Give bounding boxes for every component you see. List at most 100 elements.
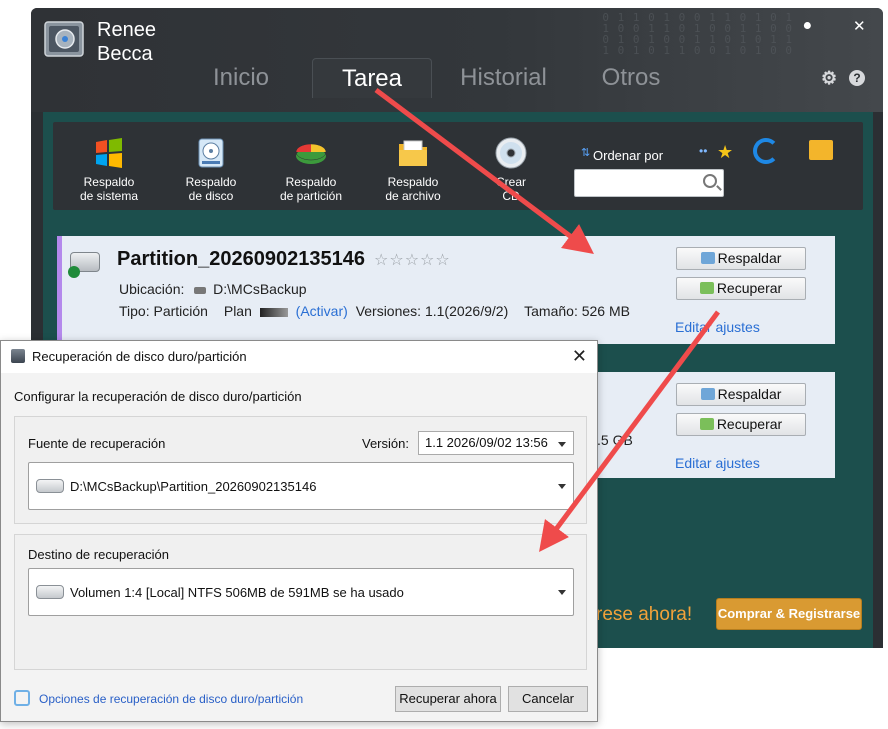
system-backup-label-2: de sistema (79, 189, 139, 203)
help-icon[interactable]: ? (849, 70, 865, 86)
restore-now-button[interactable]: Recuperar ahora (395, 686, 501, 712)
chevron-down-icon (558, 590, 566, 595)
task-location-line: Ubicación: D:\MCsBackup (119, 281, 307, 297)
partition-backup-button[interactable]: Respaldo de partición (271, 136, 351, 203)
destination-value: Volumen 1:4 [Local] NTFS 506MB de 591MB … (70, 585, 404, 600)
destination-group: Destino de recuperación Volumen 1:4 [Loc… (14, 534, 587, 670)
backup-icon (700, 388, 715, 400)
recovery-options-link[interactable]: Opciones de recuperación de disco duro/p… (39, 692, 303, 706)
tab-tarea[interactable]: Tarea (312, 58, 432, 98)
search-icon[interactable] (703, 174, 717, 188)
source-path-value: D:\MCsBackup\Partition_20260902135146 (70, 479, 317, 494)
search-input[interactable] (574, 169, 724, 197)
location-value: D:\MCsBackup (213, 281, 307, 297)
edit-settings-link[interactable]: Editar ajustes (675, 319, 760, 335)
app-header: 0 1 1 0 1 0 0 1 1 0 1 0 1 1 0 0 1 1 0 1 … (31, 8, 883, 112)
binary-decoration: 0 1 1 0 1 0 0 1 1 0 1 0 1 1 0 0 1 1 0 1 … (602, 11, 793, 57)
refresh-icon[interactable] (753, 138, 779, 164)
create-cd-label-2: CD (502, 189, 520, 203)
file-backup-label-2: de archivo (385, 189, 441, 203)
disk-backup-button[interactable]: Respaldo de disco (171, 136, 251, 203)
folder-icon (399, 140, 427, 166)
disk-backup-label-2: de disco (188, 189, 234, 203)
recovery-dialog: Recuperación de disco duro/partición ✕ C… (0, 340, 598, 722)
system-backup-label-1: Respaldo (83, 175, 135, 189)
tab-inicio[interactable]: Inicio (186, 58, 296, 98)
restore-button-label: Recuperar (716, 280, 783, 296)
chevron-down-icon (558, 484, 566, 489)
source-path-select[interactable]: D:\MCsBackup\Partition_20260902135146 (28, 462, 574, 510)
edit-settings-link-2[interactable]: Editar ajustes (675, 455, 760, 471)
cancel-button[interactable]: Cancelar (508, 686, 588, 712)
dialog-titlebar: Recuperación de disco duro/partición ✕ (1, 341, 597, 373)
backup-button-2[interactable]: Respaldar (676, 383, 806, 406)
activate-link[interactable]: (Activar) (296, 303, 348, 319)
size-label: Tamaño: (524, 303, 578, 319)
dialog-title: Recuperación de disco duro/partición (32, 349, 247, 364)
backup-button[interactable]: Respaldar (676, 247, 806, 270)
cd-icon (495, 137, 527, 169)
close-icon[interactable]: ✕ (572, 346, 587, 367)
favorite-star-icon[interactable]: ★ (717, 142, 733, 163)
versions-label: Versiones: (355, 303, 422, 319)
backup-button-label: Respaldar (717, 386, 782, 402)
brand-line-1: Renee (97, 19, 156, 41)
file-backup-label-1: Respaldo (387, 175, 439, 189)
main-tabs: Inicio Tarea Historial Otros (31, 58, 883, 98)
task-title: Partition_20260902135146 (117, 248, 365, 270)
location-label: Ubicación: (119, 281, 185, 297)
buy-register-button[interactable]: Comprar & Registrarse (716, 598, 862, 630)
tab-historial[interactable]: Historial (441, 58, 566, 98)
restore-button[interactable]: Recuperar (676, 277, 806, 300)
recovery-options-icon[interactable] (14, 690, 30, 706)
create-cd-label-1: Crear (495, 175, 526, 189)
version-select[interactable]: 1.1 2026/09/02 13:56 (418, 431, 574, 455)
task-card-partition[interactable]: Partition_20260902135146 ☆☆☆☆☆ Ubicación… (57, 236, 835, 344)
backup-icon (700, 252, 715, 264)
chevron-down-icon (558, 442, 566, 447)
drive-icon (36, 479, 64, 493)
settings-gear-icon[interactable]: ⚙ (821, 69, 837, 87)
version-label: Versión: (362, 436, 409, 451)
create-cd-button[interactable]: Crear CD (471, 136, 551, 203)
safe-logo-icon (44, 21, 84, 57)
rating-stars-icon[interactable]: ☆☆☆☆☆ (374, 250, 451, 269)
size-value: 526 MB (581, 303, 630, 319)
sort-az-icon: ⇅ (581, 147, 591, 159)
open-folder-icon[interactable] (809, 140, 833, 160)
close-window-icon[interactable]: ✕ (853, 17, 866, 35)
partition-backup-label-2: de partición (279, 189, 343, 203)
sort-by-label: Ordenar por (593, 148, 664, 163)
system-backup-button[interactable]: Respaldo de sistema (69, 136, 149, 203)
disk-backup-label-1: Respaldo (185, 175, 237, 189)
restore-button-label: Recuperar (716, 416, 783, 432)
type-value: Partición (153, 303, 208, 319)
promo-text[interactable]: rese ahora! (596, 604, 692, 626)
versions-value: 1.1(2026/9/2) (424, 303, 509, 319)
partition-backup-label-1: Respaldo (285, 175, 337, 189)
restore-icon (699, 282, 714, 294)
tab-otros[interactable]: Otros (581, 58, 681, 98)
windows-flag-icon (96, 138, 122, 168)
app-icon (11, 349, 25, 363)
backup-button-label: Respaldar (717, 250, 782, 266)
hard-disk-icon (198, 138, 224, 168)
plan-toggle[interactable] (259, 307, 288, 317)
file-backup-button[interactable]: Respaldo de archivo (373, 136, 453, 203)
source-label: Fuente de recuperación (28, 436, 166, 451)
skin-shirt-icon[interactable]: ⚫ (801, 17, 814, 35)
source-group: Fuente de recuperación Versión: 1.1 2026… (14, 416, 587, 524)
version-value: 1.1 2026/09/02 13:56 (425, 435, 548, 450)
check-badge-icon (68, 266, 80, 278)
dialog-heading: Configurar la recuperación de disco duro… (14, 389, 302, 404)
destination-select[interactable]: Volumen 1:4 [Local] NTFS 506MB de 591MB … (28, 568, 574, 616)
destination-label: Destino de recuperación (28, 547, 169, 562)
sort-order-icon[interactable]: •• (699, 144, 707, 158)
backup-toolbar: Respaldo de sistema Respaldo de disco Re… (53, 122, 863, 210)
task2-size-fragment: .5 GB (597, 432, 633, 448)
pie-partition-icon (295, 143, 327, 164)
restore-button-2[interactable]: Recuperar (676, 413, 806, 436)
drive-icon (36, 585, 64, 599)
small-drive-icon (194, 287, 207, 294)
plan-label: Plan (223, 303, 252, 319)
